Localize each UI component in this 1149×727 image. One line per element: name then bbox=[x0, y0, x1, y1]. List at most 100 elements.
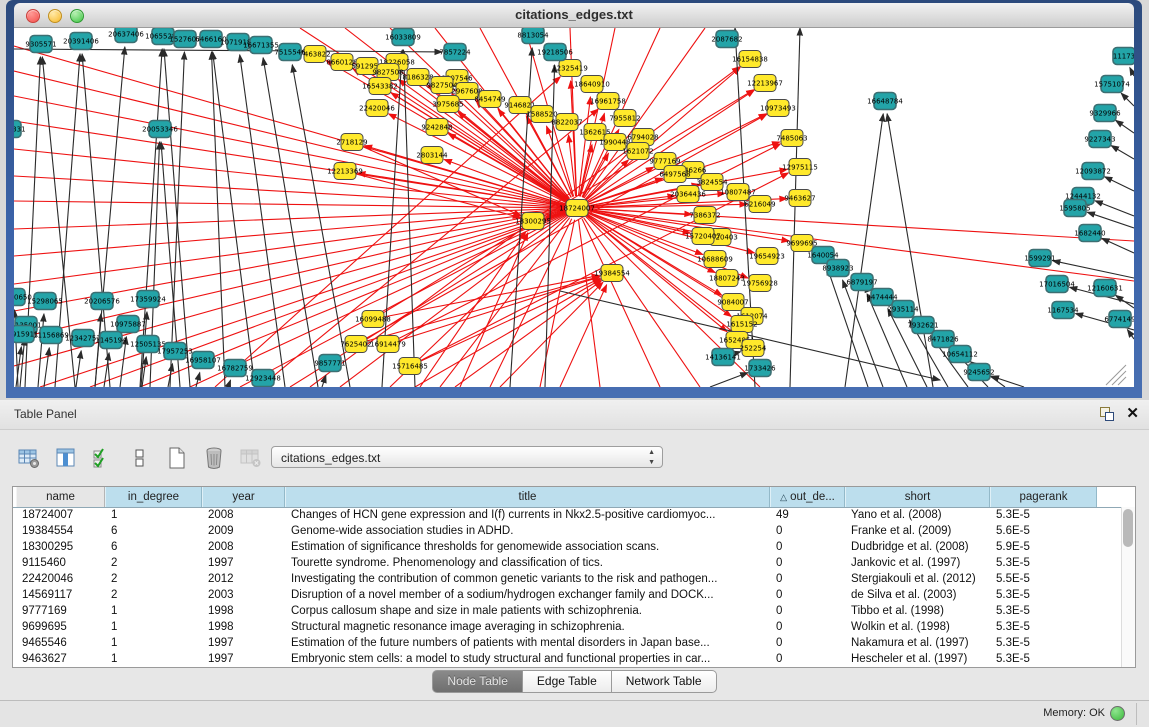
network-edge[interactable] bbox=[710, 373, 748, 387]
network-canvas[interactable]: 1872400774638228660128591295418226058982… bbox=[14, 28, 1134, 387]
table-row[interactable]: 946554611997Estimation of the future num… bbox=[16, 635, 1121, 651]
network-node[interactable]: 12160631 bbox=[1087, 280, 1123, 297]
network-node[interactable]: 2718129 bbox=[336, 134, 367, 151]
network-node[interactable]: 15751074 bbox=[1094, 76, 1130, 93]
network-node[interactable]: 20637406 bbox=[108, 28, 144, 43]
network-edge[interactable] bbox=[1116, 295, 1134, 308]
network-edge[interactable] bbox=[403, 50, 415, 387]
scrollbar-thumb[interactable] bbox=[1123, 509, 1133, 547]
tab-node-table[interactable]: Node Table bbox=[432, 670, 523, 693]
network-node[interactable]: 12213967 bbox=[747, 75, 783, 92]
network-node[interactable]: 9305571 bbox=[25, 36, 56, 53]
network-node[interactable]: 1682440 bbox=[1074, 225, 1105, 242]
network-edge[interactable] bbox=[190, 213, 566, 387]
network-node[interactable]: 8938923 bbox=[822, 260, 853, 277]
network-edge[interactable] bbox=[263, 58, 318, 387]
network-edge[interactable] bbox=[14, 96, 565, 206]
network-node[interactable]: 8822037 bbox=[551, 114, 582, 131]
close-panel-icon[interactable]: ✕ bbox=[1126, 406, 1139, 421]
network-node[interactable]: 1599291 bbox=[1024, 250, 1055, 267]
column-header-in_degree[interactable]: in_degree bbox=[105, 487, 202, 507]
network-node[interactable]: 9245652 bbox=[963, 364, 994, 381]
table-mode-button[interactable] bbox=[14, 443, 44, 473]
network-edge[interactable] bbox=[20, 338, 25, 387]
network-edge[interactable] bbox=[212, 52, 225, 387]
network-edge[interactable] bbox=[76, 351, 81, 387]
tab-network-table[interactable]: Network Table bbox=[612, 670, 717, 693]
delete-column-button[interactable] bbox=[199, 443, 229, 473]
network-node[interactable]: 252254 bbox=[740, 340, 767, 357]
row-height-button[interactable] bbox=[125, 443, 155, 473]
new-column-button[interactable] bbox=[162, 443, 192, 473]
network-node[interactable]: 16961758 bbox=[590, 93, 626, 110]
canvas-resize-grip[interactable] bbox=[1106, 365, 1126, 385]
table-row[interactable]: 969969511998Structural magnetic resonanc… bbox=[16, 619, 1121, 635]
network-node[interactable]: 16033809 bbox=[385, 29, 421, 46]
table-row[interactable]: 1830029562008Estimation of significance … bbox=[16, 539, 1121, 555]
network-node[interactable]: 2803144 bbox=[416, 147, 448, 164]
network-edge[interactable] bbox=[44, 348, 49, 387]
network-node[interactable]: 7625402 bbox=[340, 336, 371, 353]
network-node[interactable]: 9857771 bbox=[314, 355, 345, 372]
network-node[interactable]: 16648784 bbox=[867, 93, 903, 110]
network-edge[interactable] bbox=[1130, 68, 1134, 76]
network-edge[interactable] bbox=[421, 278, 600, 361]
network-node[interactable]: 1167534 bbox=[1047, 302, 1079, 319]
column-header-year[interactable]: year bbox=[202, 487, 285, 507]
table-row[interactable]: 1872400712008Changes of HCN gene express… bbox=[16, 507, 1121, 523]
network-node[interactable]: 19218506 bbox=[537, 44, 573, 61]
network-node[interactable]: 19654923 bbox=[749, 248, 785, 265]
show-columns-button[interactable] bbox=[51, 443, 81, 473]
network-node[interactable]: 12325419 bbox=[552, 60, 588, 77]
network-node[interactable]: 20206576 bbox=[84, 293, 120, 310]
network-edge[interactable] bbox=[790, 28, 800, 387]
table-row[interactable]: 977716911998Corpus callosum shape and si… bbox=[16, 603, 1121, 619]
network-edge[interactable] bbox=[14, 149, 565, 207]
network-edge[interactable] bbox=[1127, 330, 1134, 339]
network-node[interactable]: 9242848 bbox=[421, 119, 452, 136]
column-header-pagerank[interactable]: pagerank bbox=[990, 487, 1097, 507]
network-edge[interactable] bbox=[292, 65, 350, 387]
network-node[interactable]: 8813054 bbox=[517, 28, 549, 44]
network-node[interactable]: 15298065 bbox=[27, 293, 63, 310]
network-node[interactable]: 9329966 bbox=[1089, 105, 1121, 122]
column-header-title[interactable]: title bbox=[285, 487, 770, 507]
network-node[interactable]: 1615152 bbox=[726, 316, 757, 333]
table-select-dropdown[interactable]: citations_edges.txt ▲▼ bbox=[271, 446, 663, 468]
network-node[interactable]: 6216049 bbox=[744, 196, 775, 213]
tab-edge-table[interactable]: Edge Table bbox=[523, 670, 612, 693]
network-node[interactable]: 6879197 bbox=[846, 274, 877, 291]
network-node[interactable]: 11173 bbox=[1113, 48, 1134, 65]
network-edge[interactable] bbox=[1105, 177, 1134, 191]
delete-table-button[interactable] bbox=[236, 443, 266, 473]
table-row[interactable]: 1938455462009Genome-wide association stu… bbox=[16, 523, 1121, 539]
table-row[interactable]: 1456911722003Disruption of a novel membe… bbox=[16, 587, 1121, 603]
network-node[interactable]: 9463627 bbox=[784, 190, 815, 207]
network-edge[interactable] bbox=[1116, 120, 1134, 133]
column-header-out_degree[interactable]: △out_de... bbox=[770, 487, 845, 507]
network-node[interactable]: 20391406 bbox=[63, 33, 99, 50]
network-edge[interactable] bbox=[1121, 93, 1134, 106]
select-all-button[interactable] bbox=[88, 443, 118, 473]
network-edge[interactable] bbox=[170, 52, 184, 387]
network-node[interactable]: 8454749 bbox=[474, 91, 505, 108]
network-node[interactable]: 10688609 bbox=[697, 251, 733, 268]
network-node[interactable]: 12213369 bbox=[327, 163, 363, 180]
network-node[interactable]: 17016504 bbox=[1039, 276, 1075, 293]
table-row[interactable]: 911546021997Tourette syndrome. Phenomeno… bbox=[16, 555, 1121, 571]
network-node[interactable]: 6774149 bbox=[1104, 311, 1134, 328]
float-panel-icon[interactable] bbox=[1099, 406, 1114, 421]
column-header-name[interactable]: name bbox=[16, 487, 105, 507]
network-node[interactable]: 19756928 bbox=[742, 275, 778, 292]
network-node[interactable]: 7515546 bbox=[274, 44, 306, 61]
network-node[interactable]: 1733426 bbox=[744, 360, 776, 377]
network-edge[interactable] bbox=[213, 52, 255, 387]
table-row[interactable]: 946362711997Embryonic stem cells: a mode… bbox=[16, 651, 1121, 667]
network-edge[interactable] bbox=[95, 314, 101, 387]
network-node[interactable]: 2935114 bbox=[887, 301, 919, 318]
network-node[interactable]: 7386372 bbox=[689, 207, 720, 224]
network-window-titlebar[interactable]: citations_edges.txt bbox=[14, 3, 1134, 28]
column-header-short[interactable]: short bbox=[845, 487, 990, 507]
network-edge[interactable] bbox=[1095, 201, 1134, 216]
network-edge[interactable] bbox=[228, 380, 231, 387]
